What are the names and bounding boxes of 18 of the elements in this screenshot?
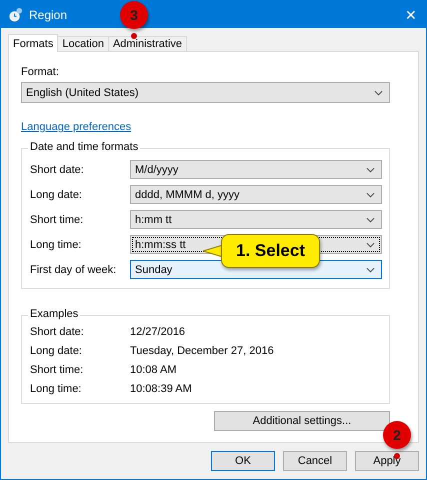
example-value: 10:08 AM xyxy=(130,364,176,376)
group-title: Examples xyxy=(28,308,80,320)
example-label: Long time: xyxy=(30,383,82,395)
example-value: 10:08:39 AM xyxy=(130,383,192,395)
example-label: Long date: xyxy=(30,345,83,357)
step-tooltip: 1. Select xyxy=(203,234,320,268)
field-label: First day of week: xyxy=(30,264,118,276)
field-label: Long time: xyxy=(30,238,82,250)
field-label: Short time: xyxy=(30,214,84,226)
example-label: Short date: xyxy=(30,326,85,338)
window-title: Region xyxy=(29,8,68,22)
example-label: Short time: xyxy=(30,364,84,376)
field-label: Format: xyxy=(21,66,60,78)
field-label: Short date: xyxy=(30,164,85,176)
field-label: Long date: xyxy=(30,188,83,200)
example-value: 12/27/2016 xyxy=(130,326,186,338)
example-value: Tuesday, December 27, 2016 xyxy=(130,345,274,357)
group-title: Date and time formats xyxy=(28,141,140,153)
